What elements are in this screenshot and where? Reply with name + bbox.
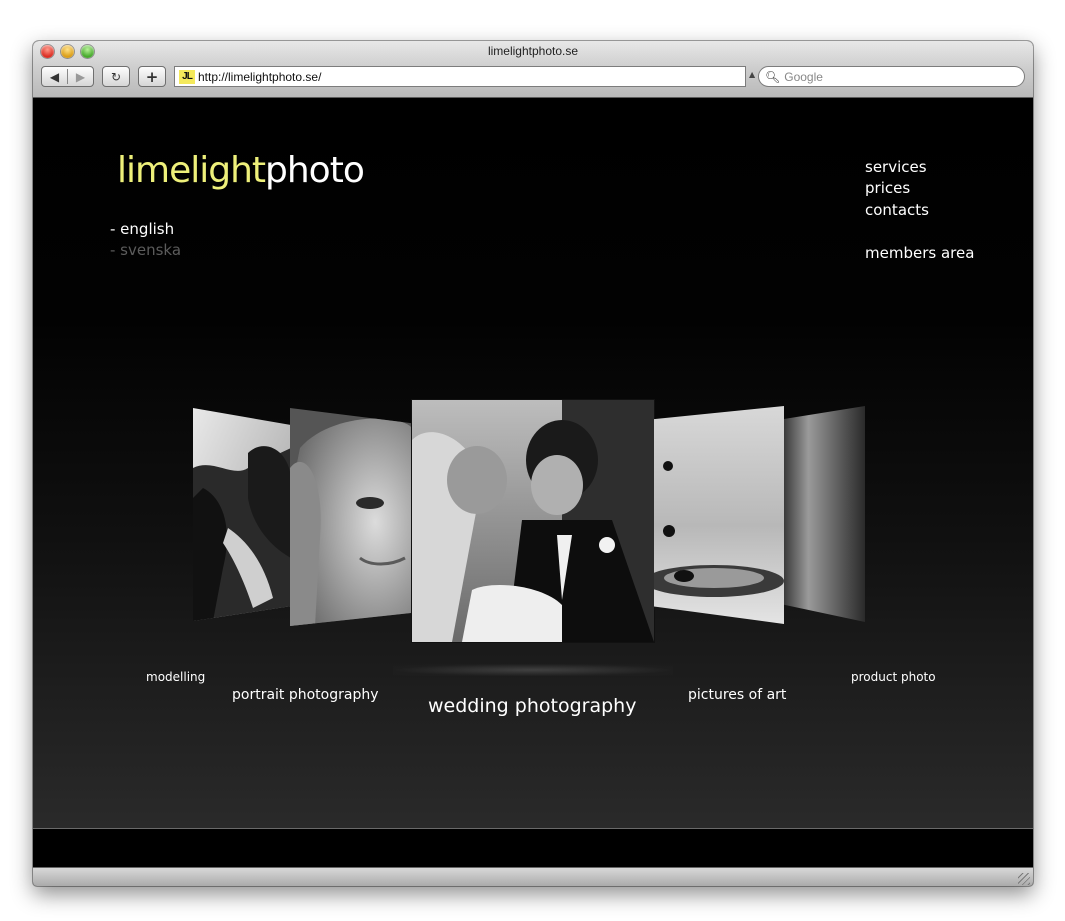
page-footer xyxy=(33,829,1033,867)
status-bar xyxy=(33,867,1033,886)
search-icon[interactable]: 🔍︎ xyxy=(765,70,780,84)
gallery-caption-art[interactable]: pictures of art xyxy=(688,687,786,703)
reload-icon: ↻ xyxy=(110,69,122,84)
address-dropdown-icon[interactable]: ▲ xyxy=(749,70,755,79)
gallery-image-wedding[interactable] xyxy=(412,400,654,642)
back-arrow-icon[interactable]: ◀ xyxy=(50,70,59,84)
nav-members-area-link[interactable]: members area xyxy=(865,244,974,262)
window-title: limelightphoto.se xyxy=(487,44,579,58)
gallery-caption-modelling[interactable]: modelling xyxy=(146,670,205,684)
gallery-image-portrait[interactable] xyxy=(290,408,412,626)
back-forward-buttons[interactable]: ◀ ▶ xyxy=(41,66,94,87)
search-field[interactable]: 🔍︎ xyxy=(758,66,1025,87)
browser-toolbar: limelightphoto.se ◀ ▶ ↻ + JL http://lime… xyxy=(33,41,1033,98)
browser-window: limelightphoto.se ◀ ▶ ↻ + JL http://lime… xyxy=(33,41,1033,886)
gallery-image-product[interactable] xyxy=(784,406,865,622)
gallery-image-modelling[interactable] xyxy=(193,408,291,621)
site-favicon: JL xyxy=(179,69,195,84)
search-input[interactable] xyxy=(784,69,1005,84)
logo-photo-text: photo xyxy=(265,150,365,191)
language-svenska-link[interactable]: - svenska xyxy=(110,241,181,259)
resize-grip-icon[interactable] xyxy=(1018,873,1030,885)
language-english-link[interactable]: - english xyxy=(110,220,174,238)
gallery-caption-portrait[interactable]: portrait photography xyxy=(232,687,379,703)
plus-icon: + xyxy=(145,67,159,86)
cover-reflection xyxy=(393,664,673,676)
reload-button[interactable]: ↻ xyxy=(102,66,130,87)
nav-services-link[interactable]: services xyxy=(865,158,927,176)
forward-arrow-icon[interactable]: ▶ xyxy=(76,70,85,84)
logo-lime-text: limelight xyxy=(117,150,266,191)
gallery-image-art[interactable] xyxy=(654,406,784,624)
gallery-caption-wedding[interactable]: wedding photography xyxy=(428,695,636,717)
gallery-caption-product[interactable]: product photo xyxy=(851,670,936,684)
address-bar[interactable]: JL http://limelightphoto.se/ xyxy=(174,66,746,87)
add-bookmark-button[interactable]: + xyxy=(138,66,166,87)
nav-prices-link[interactable]: prices xyxy=(865,179,910,197)
nav-contacts-link[interactable]: contacts xyxy=(865,201,929,219)
site-logo[interactable]: limelightphoto xyxy=(117,150,365,191)
address-url[interactable]: http://limelightphoto.se/ xyxy=(198,70,321,84)
page-viewport: limelightphoto - english - svenska servi… xyxy=(33,98,1033,828)
divider xyxy=(67,69,68,84)
